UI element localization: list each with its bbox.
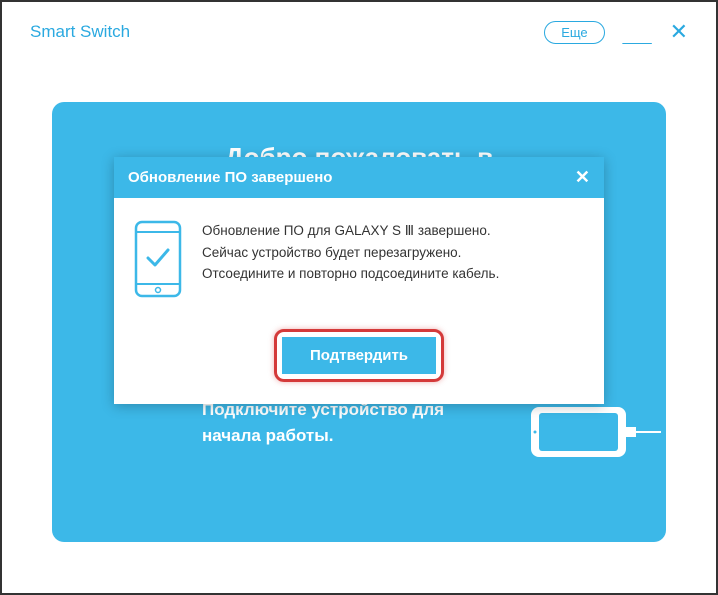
more-button[interactable]: Еще (544, 21, 604, 44)
update-complete-dialog: Обновление ПО завершено ✕ Обновление ПО … (114, 157, 604, 404)
dialog-line3: Отсоедините и повторно подсоедините кабе… (202, 266, 499, 281)
dialog-body: Обновление ПО для GALAXY S Ⅲ завершено. … (114, 198, 604, 321)
dialog-header: Обновление ПО завершено ✕ (114, 157, 604, 198)
connect-line2: начала работы. (202, 426, 333, 445)
dialog-title: Обновление ПО завершено (128, 169, 332, 186)
phone-check-icon (134, 220, 182, 303)
app-title: Smart Switch (30, 22, 130, 42)
close-icon[interactable]: ✕ (670, 19, 688, 45)
connect-instructions: Подключите устройство для начала работы. (202, 397, 444, 448)
confirm-button[interactable]: Подтвердить (282, 337, 436, 374)
header-controls: Еще __ ✕ (544, 19, 688, 45)
app-header: Smart Switch Еще __ ✕ (2, 2, 716, 62)
dialog-footer: Подтвердить (114, 321, 604, 404)
confirm-highlight: Подтвердить (274, 329, 444, 382)
dialog-line1: Обновление ПО для GALAXY S Ⅲ завершено. (202, 223, 491, 238)
dialog-message: Обновление ПО для GALAXY S Ⅲ завершено. … (202, 220, 499, 285)
dialog-line2: Сейчас устройство будет перезагружено. (202, 245, 461, 260)
minimize-icon[interactable]: __ (623, 27, 652, 37)
phone-device-icon (531, 397, 661, 472)
dialog-close-icon[interactable]: ✕ (575, 167, 590, 188)
